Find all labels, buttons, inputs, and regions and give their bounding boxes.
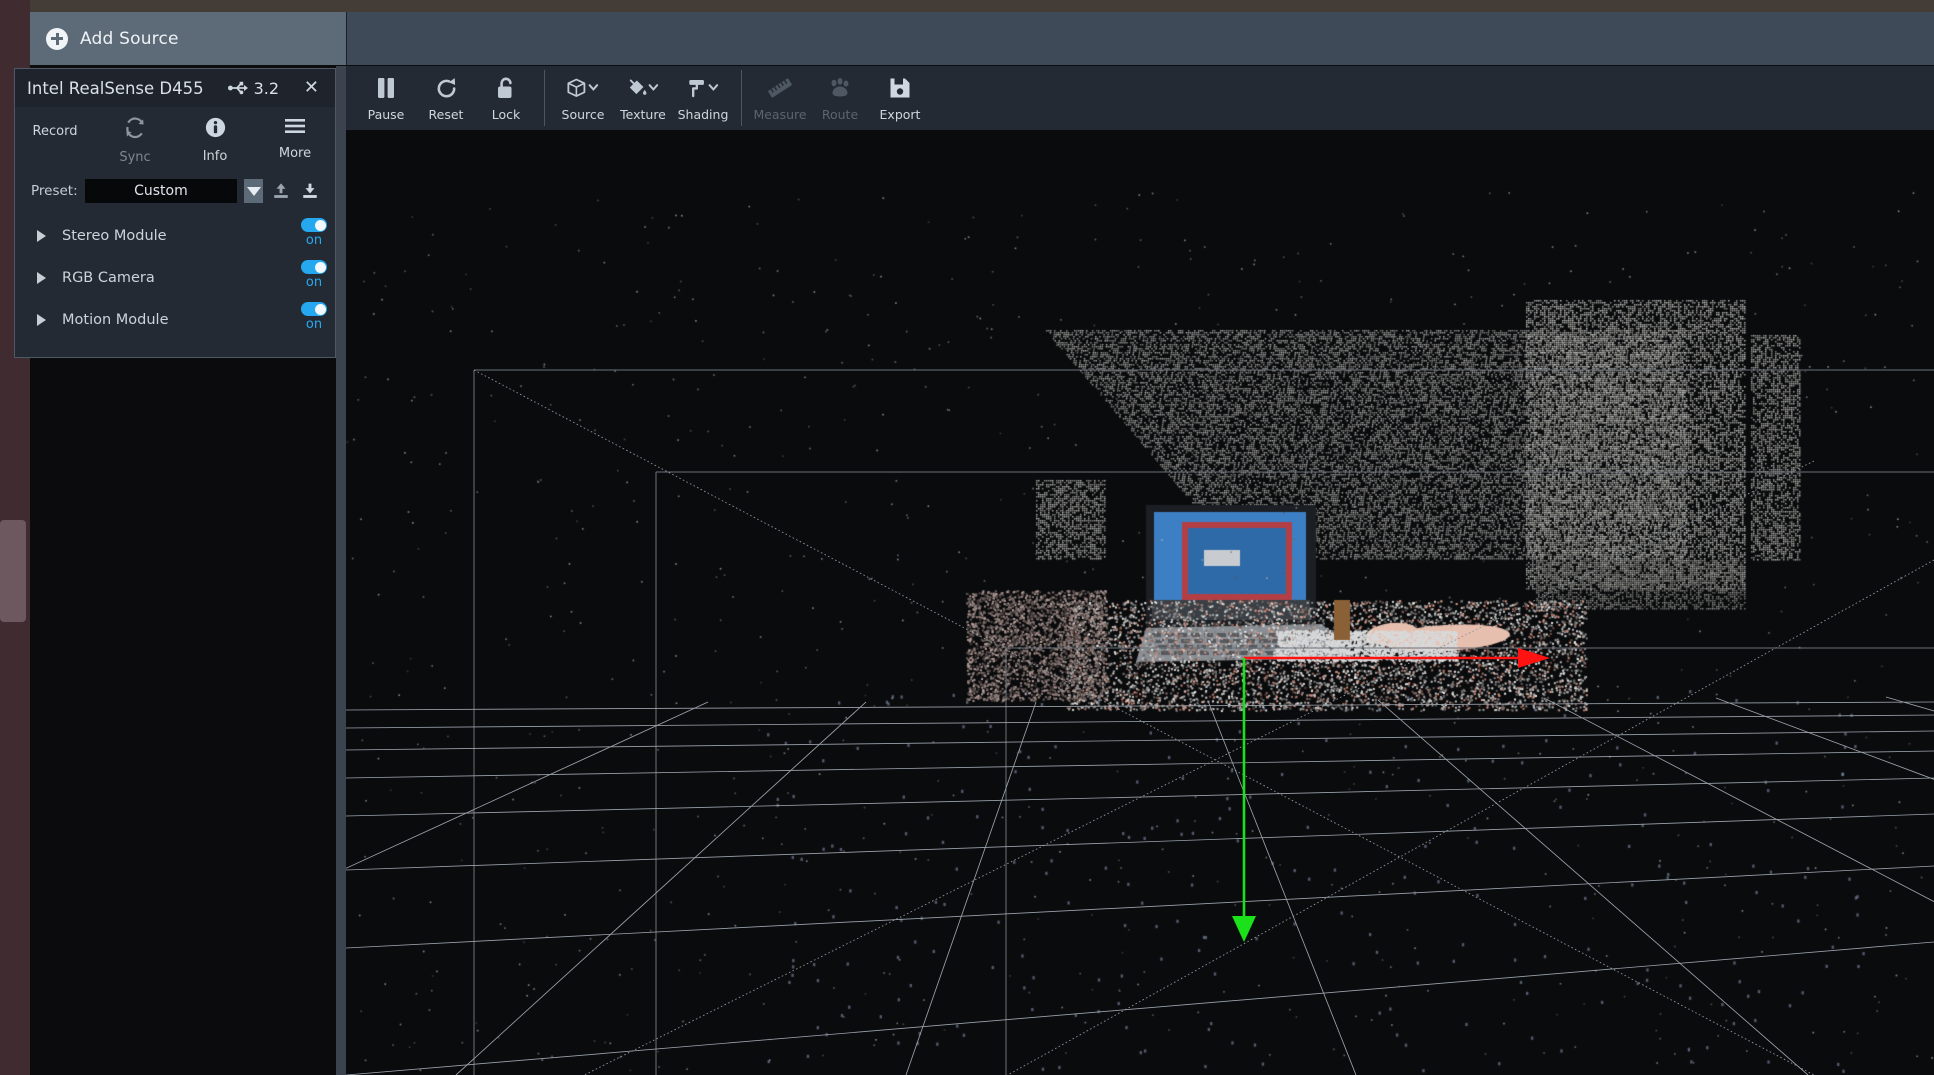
module-row-rgb[interactable]: RGB Camera on	[15, 257, 335, 299]
sidebar-divider-rail	[336, 66, 346, 1075]
viewport-toolbar: Pause Reset Lock Source Texture Shading …	[346, 66, 1934, 130]
ground-grid-radials	[346, 696, 1934, 1075]
pause-button[interactable]: Pause	[356, 66, 416, 130]
device-panel: Intel RealSense D455 3.2 ✕ Record Sync I…	[14, 68, 336, 358]
paw-print-icon	[827, 75, 853, 101]
info-label: Info	[202, 149, 228, 164]
measure-button[interactable]: Measure	[750, 66, 810, 130]
module-row-motion[interactable]: Motion Module on	[15, 299, 335, 341]
reset-button[interactable]: Reset	[416, 66, 476, 130]
preset-select[interactable]: Custom	[84, 179, 238, 203]
shading-label: Shading	[677, 107, 729, 122]
route-label: Route	[821, 107, 859, 122]
toolbar-separator	[741, 70, 742, 126]
module-name-label: Stereo Module	[62, 228, 167, 244]
info-circle-icon	[205, 117, 226, 142]
device-panel-titlebar[interactable]: Intel RealSense D455 3.2 ✕	[15, 69, 335, 107]
x-axis-arrow	[1244, 648, 1550, 668]
sync-label: Sync	[119, 150, 151, 165]
toggle-state-label: on	[305, 275, 323, 290]
texture-button[interactable]: Texture	[613, 66, 673, 130]
preset-row: Preset: Custom	[15, 169, 335, 203]
scene-overlay	[346, 369, 1934, 1075]
unlocked-padlock-icon	[496, 75, 516, 101]
download-preset-icon[interactable]	[299, 179, 321, 203]
hamburger-menu-icon	[284, 117, 306, 139]
add-source-button[interactable]: Add Source	[30, 12, 346, 65]
sync-button[interactable]: Sync	[95, 117, 175, 165]
record-label: Record	[32, 124, 78, 139]
toolbar-group-playback: Pause Reset Lock	[356, 66, 536, 130]
plus-circle-icon	[46, 27, 68, 50]
device-name-label: Intel RealSense D455	[27, 78, 204, 98]
add-source-label: Add Source	[80, 28, 179, 49]
triangle-right-icon[interactable]	[37, 314, 46, 326]
export-button[interactable]: Export	[870, 66, 930, 130]
y-axis-arrow	[1232, 658, 1256, 942]
pause-label: Pause	[367, 107, 405, 122]
preset-value: Custom	[134, 183, 188, 199]
measure-label: Measure	[753, 107, 807, 122]
usb-connection-badge: 3.2	[227, 78, 280, 98]
reset-arrow-icon	[435, 75, 458, 101]
lock-label: Lock	[491, 107, 521, 122]
module-row-stereo[interactable]: Stereo Module on	[15, 215, 335, 257]
titlebar-strip	[30, 0, 1934, 12]
toolbar-group-tools: Measure Route Export	[750, 66, 930, 130]
edge-scroll-handle[interactable]	[0, 520, 26, 622]
camera-frustum-wireframe	[473, 369, 1934, 1075]
frustum-diagonals	[473, 369, 1934, 1075]
more-button[interactable]: More	[255, 117, 335, 165]
source-button[interactable]: Source	[553, 66, 613, 130]
lock-button[interactable]: Lock	[476, 66, 536, 130]
source-label: Source	[561, 107, 605, 122]
cube-icon	[566, 75, 600, 101]
usb-icon	[227, 81, 248, 95]
sync-arrows-icon	[124, 117, 146, 143]
module-toggle[interactable]: on	[301, 260, 327, 290]
toggle-state-label: on	[305, 233, 323, 248]
ground-grid	[346, 701, 1934, 1075]
pause-icon	[376, 75, 396, 101]
close-icon[interactable]: ✕	[300, 77, 323, 99]
module-name-label: RGB Camera	[62, 270, 155, 286]
ruler-icon	[767, 75, 793, 101]
route-button[interactable]: Route	[810, 66, 870, 130]
triangle-right-icon[interactable]	[37, 230, 46, 242]
toggle-switch-icon[interactable]	[301, 302, 327, 316]
header-toolbar-area	[346, 12, 1934, 65]
triangle-right-icon[interactable]	[37, 272, 46, 284]
toggle-state-label: on	[305, 317, 323, 332]
usb-version-label: 3.2	[253, 78, 280, 98]
paint-bucket-icon	[626, 75, 660, 101]
reset-label: Reset	[428, 107, 464, 122]
application-window: Add Source Intel RealSense D455 3.2 ✕ Re…	[0, 0, 1934, 1075]
module-toggle[interactable]: on	[301, 218, 327, 248]
info-button[interactable]: Info	[175, 117, 255, 165]
export-label: Export	[879, 107, 921, 122]
chevron-down-icon[interactable]	[244, 179, 264, 203]
floppy-save-icon	[889, 75, 911, 101]
module-name-label: Motion Module	[62, 312, 169, 328]
more-label: More	[278, 146, 312, 161]
paint-roller-icon	[686, 75, 720, 101]
upload-preset-icon[interactable]	[270, 179, 292, 203]
texture-label: Texture	[620, 107, 666, 122]
toggle-switch-icon[interactable]	[301, 218, 327, 232]
sidebar-empty-area	[30, 358, 336, 1075]
module-toggle[interactable]: on	[301, 302, 327, 332]
toggle-switch-icon[interactable]	[301, 260, 327, 274]
3d-point-cloud-viewport[interactable]	[346, 130, 1934, 1075]
shading-button[interactable]: Shading	[673, 66, 733, 130]
toolbar-separator	[544, 70, 545, 126]
module-list: Stereo Module on RGB Camera on Motion Mo…	[15, 203, 335, 341]
toolbar-group-render: Source Texture Shading	[553, 66, 733, 130]
preset-label: Preset:	[31, 183, 78, 199]
device-action-row: Record Sync Info More	[15, 107, 335, 169]
record-button[interactable]: Record	[15, 117, 95, 165]
